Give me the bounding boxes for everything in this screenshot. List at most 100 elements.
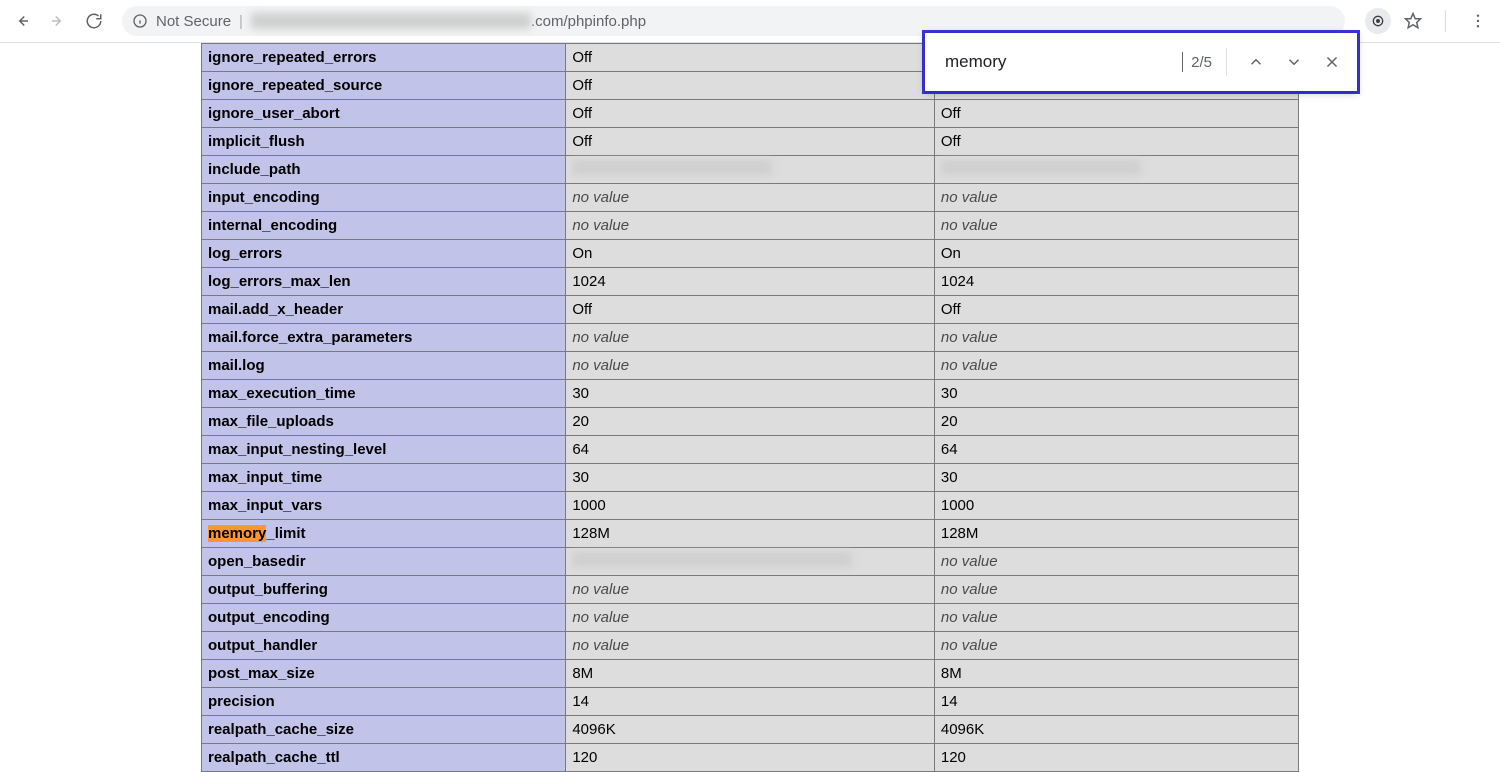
local-value: 14 [566, 688, 935, 716]
local-value: Off [566, 296, 935, 324]
url-path: .com/phpinfo.php [531, 13, 646, 30]
directive-name: memory_limit [202, 520, 566, 548]
local-value: 1000 [566, 492, 935, 520]
table-row: realpath_cache_ttl120120 [202, 744, 1299, 772]
site-info-icon[interactable] [132, 13, 148, 29]
local-value: 8M [566, 660, 935, 688]
local-value: 120 [566, 744, 935, 772]
find-prev-button[interactable] [1241, 47, 1271, 77]
table-row: max_input_time3030 [202, 464, 1299, 492]
table-row: memory_limit128M128M [202, 520, 1299, 548]
local-value: 20 [566, 408, 935, 436]
directive-name: include_path [202, 156, 566, 184]
local-value: 4096K [566, 716, 935, 744]
local-value: 128M [566, 520, 935, 548]
local-value: no value [566, 352, 935, 380]
master-value: Off [934, 128, 1298, 156]
master-value [934, 156, 1298, 184]
directive-name: precision [202, 688, 566, 716]
search-highlight: memory [208, 525, 266, 542]
master-value: no value [934, 548, 1298, 576]
find-count: 2/5 [1191, 54, 1212, 71]
table-row: max_input_nesting_level6464 [202, 436, 1299, 464]
table-row: open_basedir no value [202, 548, 1299, 576]
local-value: Off [566, 100, 935, 128]
directive-name: log_errors_max_len [202, 268, 566, 296]
table-row: max_execution_time3030 [202, 380, 1299, 408]
local-value: Off [566, 44, 935, 72]
find-input[interactable] [943, 51, 1178, 73]
url-text: .com/phpinfo.php [251, 13, 646, 30]
no-value-text: no value [941, 553, 998, 570]
no-value-text: no value [941, 189, 998, 206]
directive-name: max_input_time [202, 464, 566, 492]
redacted-hostname [251, 13, 531, 29]
master-value: 64 [934, 436, 1298, 464]
table-row: implicit_flushOffOff [202, 128, 1299, 156]
table-row: precision1414 [202, 688, 1299, 716]
master-value: no value [934, 632, 1298, 660]
directive-name: output_buffering [202, 576, 566, 604]
no-value-text: no value [941, 329, 998, 346]
local-value: Off [566, 128, 935, 156]
reload-button[interactable] [80, 7, 108, 35]
local-value: 1024 [566, 268, 935, 296]
bookmark-star-icon[interactable] [1399, 7, 1427, 35]
table-row: internal_encodingno valueno value [202, 212, 1299, 240]
no-value-text: no value [572, 609, 629, 626]
find-bar-highlight: 2/5 [922, 30, 1360, 94]
extension-icon[interactable] [1365, 8, 1391, 34]
redacted-value [572, 160, 772, 175]
directive-name: ignore_repeated_errors [202, 44, 566, 72]
table-row: mail.add_x_headerOffOff [202, 296, 1299, 324]
page-content: ignore_repeated_errorsOffOffignore_repea… [0, 43, 1500, 772]
no-value-text: no value [572, 357, 629, 374]
forward-button[interactable] [44, 7, 72, 35]
table-row: input_encodingno valueno value [202, 184, 1299, 212]
master-value: no value [934, 604, 1298, 632]
directive-name: log_errors [202, 240, 566, 268]
back-button[interactable] [8, 7, 36, 35]
directive-name: output_handler [202, 632, 566, 660]
no-value-text: no value [572, 329, 629, 346]
master-value: 120 [934, 744, 1298, 772]
master-value: no value [934, 576, 1298, 604]
directive-name: mail.log [202, 352, 566, 380]
master-value: 1000 [934, 492, 1298, 520]
table-row: output_handlerno valueno value [202, 632, 1299, 660]
master-value: no value [934, 324, 1298, 352]
redacted-value [572, 552, 852, 567]
table-row: mail.force_extra_parameters no value no va… [202, 324, 1299, 352]
directive-name: max_execution_time [202, 380, 566, 408]
directive-name: mail.force_extra_parameters [202, 324, 566, 352]
local-value [566, 548, 935, 576]
local-value: no value [566, 632, 935, 660]
table-row: max_input_vars10001000 [202, 492, 1299, 520]
no-value-text: no value [941, 637, 998, 654]
directive-name: internal_encoding [202, 212, 566, 240]
directive-name: max_input_vars [202, 492, 566, 520]
table-row: mail.log no value no value [202, 352, 1299, 380]
local-value: 30 [566, 380, 935, 408]
kebab-menu-icon[interactable] [1464, 7, 1492, 35]
no-value-text: no value [941, 609, 998, 626]
master-value: 8M [934, 660, 1298, 688]
no-value-text: no value [572, 189, 629, 206]
directive-name: realpath_cache_size [202, 716, 566, 744]
master-value: no value [934, 352, 1298, 380]
directive-name: open_basedir [202, 548, 566, 576]
directive-name: max_file_uploads [202, 408, 566, 436]
directive-name: realpath_cache_ttl [202, 744, 566, 772]
find-next-button[interactable] [1279, 47, 1309, 77]
text-caret [1182, 52, 1183, 72]
master-value: no value [934, 212, 1298, 240]
local-value: no value [566, 212, 935, 240]
find-close-button[interactable] [1317, 47, 1347, 77]
table-row: log_errorsOnOn [202, 240, 1299, 268]
table-row: realpath_cache_size4096K4096K [202, 716, 1299, 744]
master-value: 20 [934, 408, 1298, 436]
local-value: no value [566, 576, 935, 604]
directive-name: ignore_repeated_source [202, 72, 566, 100]
directive-name: mail.add_x_header [202, 296, 566, 324]
table-row: max_file_uploads2020 [202, 408, 1299, 436]
